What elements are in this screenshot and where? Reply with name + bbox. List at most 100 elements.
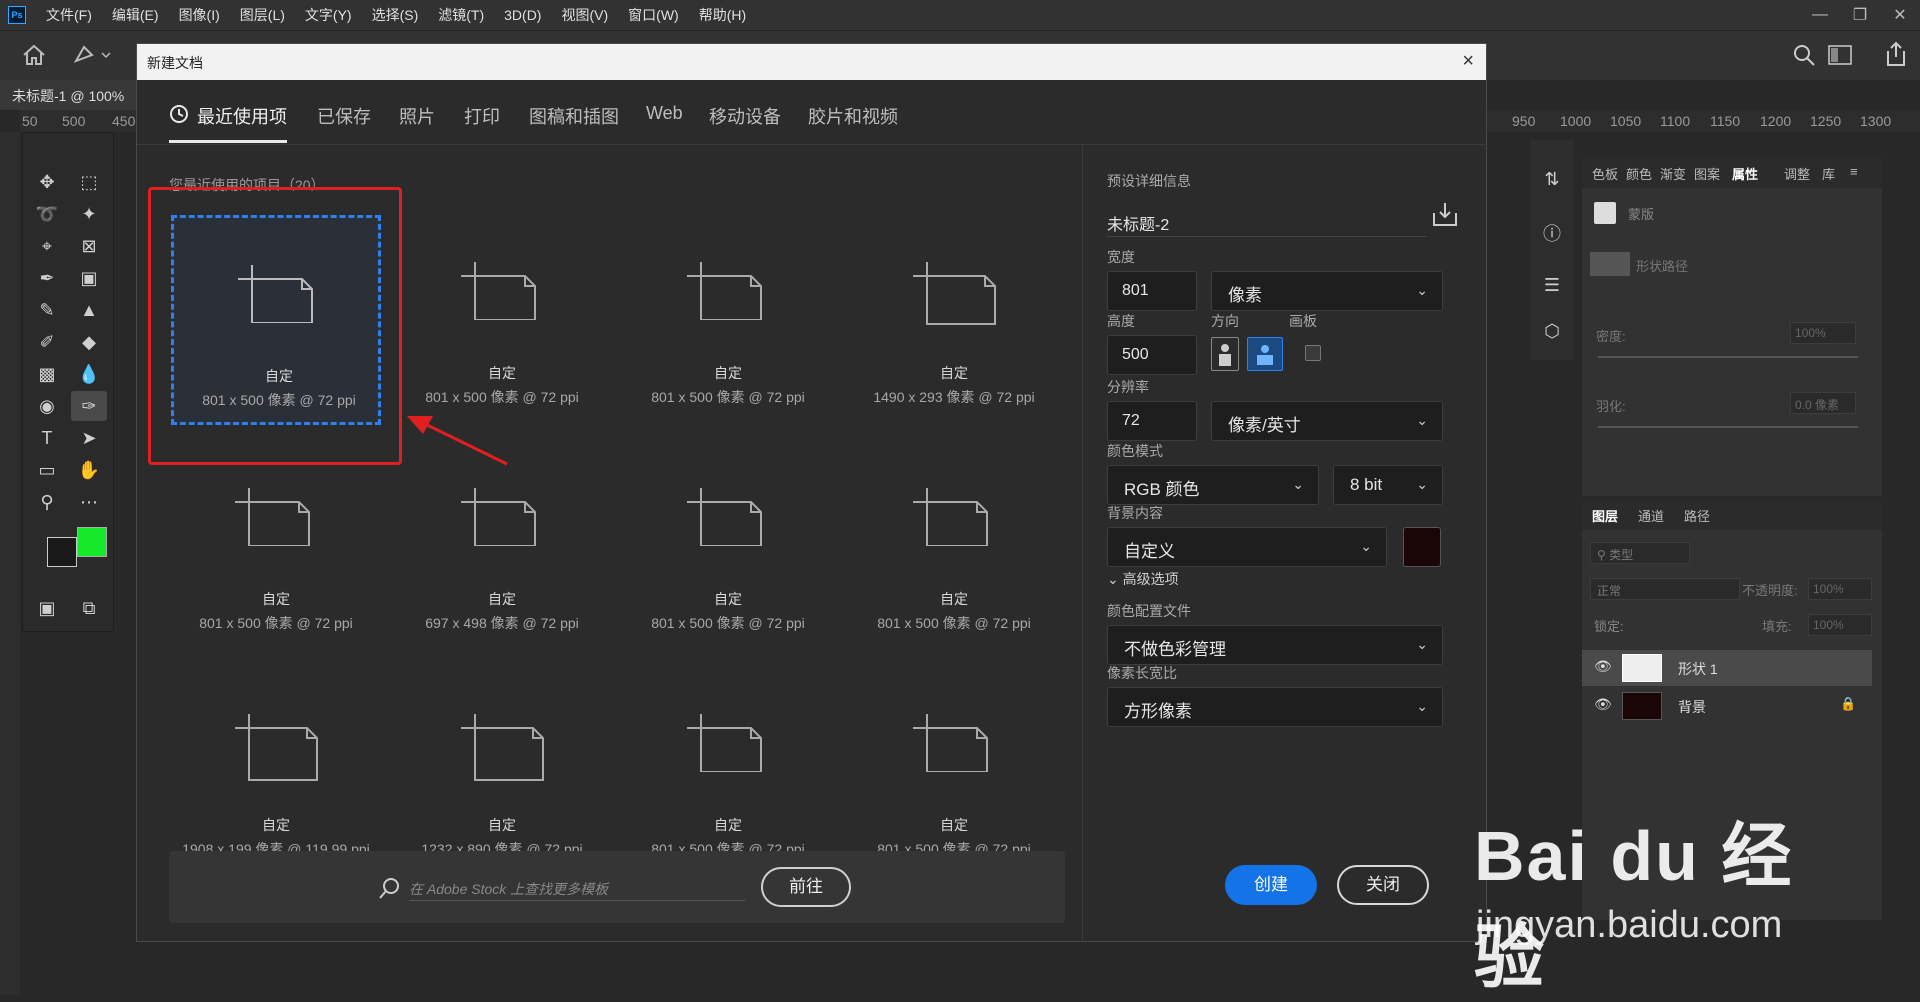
menu-image[interactable]: 图像(I): [179, 5, 220, 25]
tab-channels[interactable]: 通道: [1638, 506, 1664, 525]
menu-3d[interactable]: 3D(D): [504, 7, 541, 23]
eyedropper-tool-icon[interactable]: ✒: [29, 263, 65, 293]
background-color-swatch[interactable]: [1403, 527, 1441, 567]
more-tools-icon[interactable]: ⋯: [71, 487, 107, 517]
menu-file[interactable]: 文件(F): [46, 5, 92, 25]
history-brush-icon[interactable]: ✐: [29, 327, 65, 357]
blur-tool-icon[interactable]: 💧: [71, 359, 107, 389]
menu-view[interactable]: 视图(V): [561, 5, 608, 25]
tab-gradient[interactable]: 渐变: [1660, 164, 1686, 183]
workspace-icon[interactable]: [1828, 45, 1852, 65]
bit-depth-select[interactable]: 8 bit ⌄: [1333, 465, 1443, 505]
resolution-unit-select[interactable]: 像素/英寸 ⌄: [1211, 401, 1443, 441]
preset-card[interactable]: 自定 801 x 500 像素 @ 72 ppi: [623, 441, 833, 651]
tab-paths[interactable]: 路径: [1684, 506, 1710, 525]
preset-card[interactable]: 自定 697 x 498 像素 @ 72 ppi: [397, 441, 607, 651]
blend-mode-select[interactable]: 正常: [1590, 578, 1740, 600]
tab-layers[interactable]: 图层: [1592, 506, 1618, 525]
stock-search-input[interactable]: 在 Adobe Stock 上查找更多模板: [409, 873, 745, 901]
feather-input[interactable]: 0.0 像素: [1790, 392, 1856, 414]
search-icon[interactable]: [1792, 43, 1816, 67]
adjust-panel-icon[interactable]: ☰: [1534, 270, 1570, 300]
preset-card[interactable]: 自定 801 x 500 像素 @ 72 ppi: [171, 441, 381, 651]
minimize-icon[interactable]: —: [1800, 6, 1840, 24]
preset-card[interactable]: 自定 1908 x 199 像素 @ 119.99 ppi: [171, 667, 381, 877]
home-icon[interactable]: [22, 44, 46, 66]
zoom-tool-icon[interactable]: ⚲: [29, 487, 65, 517]
quick-select-tool-icon[interactable]: ✦: [71, 199, 107, 229]
tab-properties[interactable]: 属性: [1732, 164, 1758, 183]
tab-film-video[interactable]: 胶片和视频: [808, 103, 898, 129]
quick-mask-icon[interactable]: ▣: [29, 593, 65, 623]
3d-panel-icon[interactable]: ⬡: [1534, 316, 1570, 346]
portrait-orientation-icon[interactable]: [1211, 337, 1239, 371]
go-button[interactable]: 前往: [761, 867, 851, 907]
menu-window[interactable]: 窗口(W): [628, 5, 679, 25]
tab-recent[interactable]: 最近使用项: [197, 103, 287, 129]
restore-icon[interactable]: ❐: [1840, 5, 1880, 25]
tab-print[interactable]: 打印: [464, 103, 500, 129]
move-tool-icon[interactable]: ✥: [29, 167, 65, 197]
density-input[interactable]: 100%: [1790, 322, 1856, 344]
layer-row[interactable]: 👁 背景 🔒: [1582, 688, 1872, 724]
dialog-close-icon[interactable]: ×: [1462, 50, 1474, 73]
height-input[interactable]: 500: [1107, 335, 1197, 375]
preset-card[interactable]: 自定 1232 x 890 像素 @ 72 ppi: [397, 667, 607, 877]
feather-slider[interactable]: [1598, 426, 1858, 428]
pen-tool-icon[interactable]: [72, 43, 112, 67]
close-button[interactable]: 关闭: [1337, 865, 1429, 905]
path-select-tool-icon[interactable]: ➤: [71, 423, 107, 453]
background-contents-select[interactable]: 自定义 ⌄: [1107, 527, 1387, 567]
layer-row[interactable]: 👁 形状 1: [1582, 650, 1872, 686]
width-input[interactable]: 801: [1107, 271, 1197, 311]
brush-tool-icon[interactable]: ✎: [29, 295, 65, 325]
preset-card[interactable]: 自定 1490 x 293 像素 @ 72 ppi: [849, 215, 1059, 425]
preset-card[interactable]: 自定 801 x 500 像素 @ 72 ppi: [623, 667, 833, 877]
marquee-tool-icon[interactable]: ⬚: [71, 167, 107, 197]
stamp-tool-icon[interactable]: ▲: [71, 295, 107, 325]
preset-card[interactable]: 自定 801 x 500 像素 @ 72 ppi: [849, 667, 1059, 877]
panel-menu-icon[interactable]: ≡: [1850, 164, 1858, 179]
rectangle-tool-icon[interactable]: ▭: [29, 455, 65, 485]
eraser-tool-icon[interactable]: ◆: [71, 327, 107, 357]
document-tab[interactable]: 未标题-1 @ 100%: [0, 80, 140, 110]
menu-help[interactable]: 帮助(H): [699, 5, 746, 25]
density-slider[interactable]: [1598, 356, 1858, 358]
opacity-input[interactable]: 100%: [1808, 578, 1872, 600]
tab-saved[interactable]: 已保存: [317, 103, 371, 129]
color-mode-select[interactable]: RGB 颜色 ⌄: [1107, 465, 1319, 505]
menu-filter[interactable]: 滤镜(T): [438, 5, 484, 25]
layer-kind-filter[interactable]: ⚲ 类型: [1590, 542, 1690, 564]
menu-edit[interactable]: 编辑(E): [112, 5, 159, 25]
menu-select[interactable]: 选择(S): [372, 5, 419, 25]
color-profile-select[interactable]: 不做色彩管理 ⌄: [1107, 625, 1443, 665]
artboard-checkbox[interactable]: [1305, 345, 1321, 361]
tab-libraries[interactable]: 库: [1822, 164, 1835, 183]
save-preset-icon[interactable]: [1431, 201, 1459, 227]
history-panel-icon[interactable]: ⇅: [1534, 164, 1570, 194]
gradient-tool-icon[interactable]: ▩: [29, 359, 65, 389]
preset-card[interactable]: 自定 801 x 500 像素 @ 72 ppi: [623, 215, 833, 425]
create-button[interactable]: 创建: [1225, 865, 1317, 905]
dodge-tool-icon[interactable]: ◉: [29, 391, 65, 421]
type-tool-icon[interactable]: T: [29, 423, 65, 453]
resolution-input[interactable]: 72: [1107, 401, 1197, 441]
tab-pattern[interactable]: 图案: [1694, 164, 1720, 183]
preset-card[interactable]: 自定 801 x 500 像素 @ 72 ppi: [397, 215, 607, 425]
tab-swatches[interactable]: 色板: [1592, 164, 1618, 183]
tab-adjustments[interactable]: 调整: [1784, 164, 1810, 183]
advanced-options-toggle[interactable]: ⌄ 高级选项: [1107, 569, 1179, 589]
width-unit-select[interactable]: 像素 ⌄: [1211, 271, 1443, 311]
pen-tool-icon[interactable]: ✑: [71, 391, 107, 421]
menu-layer[interactable]: 图层(L): [240, 5, 285, 25]
patch-tool-icon[interactable]: ▣: [71, 263, 107, 293]
fill-input[interactable]: 100%: [1808, 614, 1872, 636]
tab-mobile[interactable]: 移动设备: [709, 103, 781, 129]
preset-name-input[interactable]: 未标题-2: [1107, 201, 1427, 237]
screen-mode-icon[interactable]: ⧉: [71, 593, 107, 623]
landscape-orientation-icon[interactable]: [1247, 337, 1283, 371]
eye-icon[interactable]: 👁: [1594, 658, 1612, 675]
share-icon[interactable]: [1884, 41, 1908, 67]
menu-type[interactable]: 文字(Y): [305, 5, 352, 25]
info-panel-icon[interactable]: ⓘ: [1534, 218, 1570, 248]
